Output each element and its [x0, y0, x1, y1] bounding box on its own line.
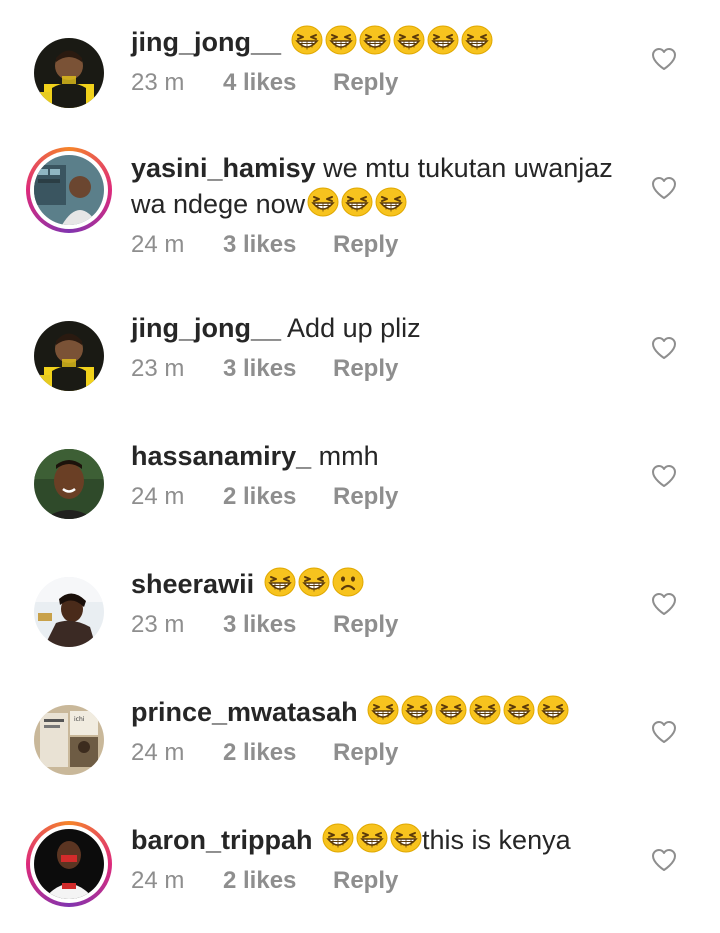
comment-line: hassanamiry_ mmh [131, 438, 631, 474]
comment-line: jing_jong__ Add up pliz [131, 310, 631, 346]
grinning-squinting-face-emoji-icon [427, 25, 459, 55]
grinning-squinting-face-emoji-icon [341, 187, 373, 217]
comment-line: sheerawii [131, 566, 631, 602]
comment-timestamp: 24 m [131, 739, 185, 766]
comment-item: yasini_hamisy we mtu tukutan uwanjaz wa … [131, 150, 631, 260]
grinning-squinting-face-emoji-icon [307, 187, 339, 217]
comment-avatar[interactable] [26, 313, 112, 399]
reply-button[interactable]: Reply [333, 738, 398, 768]
comment-username[interactable]: jing_jong__ [131, 27, 281, 57]
comment-timestamp: 24 m [131, 231, 185, 258]
comment-item: jing_jong__ 23 m 4 likes Reply [131, 24, 631, 98]
comment-avatar[interactable] [26, 147, 112, 233]
grinning-squinting-face-emoji-icon [264, 567, 296, 597]
avatar-red-mask [34, 829, 104, 899]
reply-button[interactable]: Reply [333, 610, 398, 640]
comment-username[interactable]: baron_trippah [131, 825, 313, 855]
comment-timestamp: 24 m [131, 867, 185, 894]
comment-username[interactable]: sheerawii [131, 569, 254, 599]
heart-icon[interactable] [651, 47, 677, 71]
comment-meta: 24 m 2 likes Reply [131, 482, 631, 512]
avatar-poster: ichi [34, 705, 104, 775]
grinning-squinting-face-emoji-icon [298, 567, 330, 597]
grinning-squinting-face-emoji-icon [325, 25, 357, 55]
comment-timestamp: 23 m [131, 355, 185, 382]
comment-item: prince_mwatasah 24 m 2 likes Reply [131, 694, 631, 768]
comment-username[interactable]: jing_jong__ [131, 313, 281, 343]
comment-meta: 23 m 4 likes Reply [131, 68, 631, 98]
comment-likes-count[interactable]: 4 likes [223, 68, 333, 98]
comment-likes-count[interactable]: 2 likes [223, 482, 333, 512]
comment-likes-count[interactable]: 3 likes [223, 230, 333, 260]
comment-likes-count[interactable]: 3 likes [223, 354, 333, 384]
comment-item: jing_jong__ Add up pliz 23 m 3 likes Reply [131, 310, 631, 384]
grinning-squinting-face-emoji-icon [359, 25, 391, 55]
grinning-squinting-face-emoji-icon [469, 695, 501, 725]
grinning-squinting-face-emoji-icon [503, 695, 535, 725]
reply-button[interactable]: Reply [333, 354, 398, 384]
comment-timestamp: 23 m [131, 69, 185, 96]
comment-username[interactable]: prince_mwatasah [131, 697, 358, 727]
avatar-smile [34, 449, 104, 519]
grinning-squinting-face-emoji-icon [375, 187, 407, 217]
comment-likes-count[interactable]: 2 likes [223, 866, 333, 896]
grinning-squinting-face-emoji-icon [461, 25, 493, 55]
reply-button[interactable]: Reply [333, 866, 398, 896]
heart-icon[interactable] [651, 176, 677, 200]
comment-line: prince_mwatasah [131, 694, 631, 730]
svg-text:ichi: ichi [74, 716, 85, 723]
comment-line: jing_jong__ [131, 24, 631, 60]
heart-icon[interactable] [651, 848, 677, 872]
grinning-squinting-face-emoji-icon [390, 823, 422, 853]
comment-meta: 23 m 3 likes Reply [131, 610, 631, 640]
avatar-dark-yellow [34, 321, 104, 391]
grinning-squinting-face-emoji-icon [322, 823, 354, 853]
heart-icon[interactable] [651, 592, 677, 616]
comment-item: hassanamiry_ mmh 24 m 2 likes Reply [131, 438, 631, 512]
grinning-squinting-face-emoji-icon [291, 25, 323, 55]
comment-username[interactable]: yasini_hamisy [131, 153, 316, 183]
comment-avatar[interactable] [26, 30, 112, 116]
frowning-face-emoji-icon [332, 567, 364, 597]
grinning-squinting-face-emoji-icon [356, 823, 388, 853]
comment-username[interactable]: hassanamiry_ [131, 441, 311, 471]
reply-button[interactable]: Reply [333, 230, 398, 260]
comment-line: yasini_hamisy we mtu tukutan uwanjaz wa … [131, 150, 631, 222]
comment-likes-count[interactable]: 3 likes [223, 610, 333, 640]
heart-icon[interactable] [651, 720, 677, 744]
reply-button[interactable]: Reply [333, 482, 398, 512]
comment-likes-count[interactable]: 2 likes [223, 738, 333, 768]
comment-text: Add up pliz [287, 313, 421, 343]
comment-meta: 24 m 2 likes Reply [131, 738, 631, 768]
comment-avatar[interactable]: ichi [26, 697, 112, 783]
comment-item: baron_trippah this is kenya 24 m 2 likes Re… [131, 822, 631, 896]
comment-meta: 24 m 3 likes Reply [131, 230, 631, 260]
comment-timestamp: 23 m [131, 611, 185, 638]
grinning-squinting-face-emoji-icon [393, 25, 425, 55]
comment-avatar[interactable] [26, 821, 112, 907]
comment-meta: 24 m 2 likes Reply [131, 866, 631, 896]
avatar-light [34, 577, 104, 647]
reply-button[interactable]: Reply [333, 68, 398, 98]
grinning-squinting-face-emoji-icon [537, 695, 569, 725]
comment-timestamp: 24 m [131, 483, 185, 510]
heart-icon[interactable] [651, 464, 677, 488]
grinning-squinting-face-emoji-icon [401, 695, 433, 725]
comment-meta: 23 m 3 likes Reply [131, 354, 631, 384]
comment-avatar[interactable] [26, 569, 112, 655]
comment-item: sheerawii 23 m 3 likes Reply [131, 566, 631, 640]
avatar-studio [34, 155, 104, 225]
grinning-squinting-face-emoji-icon [435, 695, 467, 725]
heart-icon[interactable] [651, 336, 677, 360]
comment-line: baron_trippah this is kenya [131, 822, 631, 858]
grinning-squinting-face-emoji-icon [367, 695, 399, 725]
comment-text: this is kenya [422, 825, 571, 855]
comment-text: mmh [318, 441, 379, 471]
avatar-dark-yellow [34, 38, 104, 108]
comment-avatar[interactable] [26, 441, 112, 527]
